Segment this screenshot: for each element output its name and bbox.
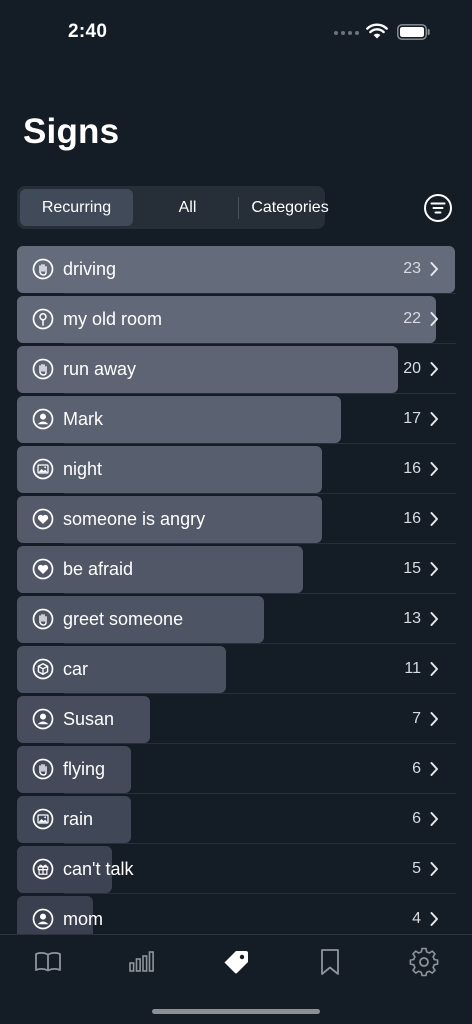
list-item[interactable]: my old room 22 (0, 294, 472, 344)
sign-label: be afraid (63, 559, 134, 579)
tab-bookmarks[interactable] (310, 947, 350, 977)
place-pin-icon (32, 308, 54, 330)
sign-count: 22 (403, 310, 421, 327)
gear-icon (409, 947, 439, 977)
sign-label: Susan (63, 709, 115, 729)
cube-icon (32, 658, 54, 680)
list-item[interactable]: run away 20 (0, 344, 472, 394)
chevron-right-icon (430, 712, 438, 726)
sign-label: mom (63, 909, 103, 929)
chevron-right-icon (430, 562, 438, 576)
chevron-right-icon (430, 262, 438, 276)
signs-list: driving 23 my old room 22 run away 20 Mark 17 ni… (0, 244, 472, 934)
chevron-right-icon (430, 612, 438, 626)
tag-icon (224, 951, 248, 974)
tab-journal[interactable] (28, 947, 68, 977)
tab-stats[interactable] (122, 947, 162, 977)
heart-icon (32, 558, 54, 580)
sign-count: 23 (403, 260, 421, 277)
chevron-right-icon (430, 412, 438, 426)
list-item[interactable]: be afraid 15 (0, 544, 472, 594)
bookmark-icon (321, 949, 339, 975)
sign-count: 16 (403, 510, 421, 527)
sign-label: night (63, 459, 103, 479)
chevron-right-icon (430, 312, 438, 326)
segmented-control: Recurring All Categories (17, 186, 329, 229)
sign-label: can't talk (63, 859, 134, 879)
chevron-right-icon (430, 912, 438, 926)
list-item[interactable]: greet someone 13 (0, 594, 472, 644)
list-item[interactable]: car 11 (0, 644, 472, 694)
image-icon (32, 808, 54, 830)
sign-count: 6 (412, 810, 421, 827)
sign-label: rain (63, 809, 94, 829)
hand-icon (32, 258, 54, 280)
sign-count: 5 (412, 860, 421, 877)
hand-icon (32, 358, 54, 380)
image-icon (32, 458, 54, 480)
list-item[interactable]: someone is angry 16 (0, 494, 472, 544)
status-bar: 2:40 (0, 0, 472, 60)
sign-label: greet someone (63, 609, 184, 629)
wifi-icon (366, 23, 388, 39)
person-icon (32, 708, 54, 730)
chevron-right-icon (430, 512, 438, 526)
sign-label: run away (63, 359, 137, 379)
chevron-right-icon (430, 862, 438, 876)
filter-button[interactable] (423, 193, 453, 223)
sign-count: 15 (403, 560, 421, 577)
sign-label: car (63, 659, 89, 679)
sign-label: my old room (63, 309, 163, 329)
home-indicator (152, 1009, 320, 1014)
filter-icon (424, 194, 452, 222)
sign-label: someone is angry (63, 509, 206, 529)
sign-label: driving (63, 259, 117, 279)
person-icon (32, 908, 54, 930)
hand-icon (32, 758, 54, 780)
sign-count: 6 (412, 760, 421, 777)
list-item[interactable]: Mark 17 (0, 394, 472, 444)
list-item[interactable]: night 16 (0, 444, 472, 494)
chevron-right-icon (430, 362, 438, 376)
sign-count: 7 (412, 710, 421, 727)
sign-count: 4 (412, 910, 421, 927)
book-icon (35, 951, 61, 972)
hand-icon (32, 608, 54, 630)
status-time: 2:40 (68, 21, 108, 42)
tab-signs[interactable] (216, 947, 256, 977)
sign-label: flying (63, 759, 106, 779)
list-item[interactable]: driving 23 (0, 244, 472, 294)
sign-label: Mark (63, 409, 103, 429)
page-title: Signs (23, 112, 120, 151)
sign-count: 11 (404, 660, 421, 677)
chevron-right-icon (430, 812, 438, 826)
segment-categories[interactable]: Categories (239, 189, 341, 226)
sign-count: 16 (403, 460, 421, 477)
list-item[interactable]: rain 6 (0, 794, 472, 844)
list-item[interactable]: can't talk 5 (0, 844, 472, 894)
sign-count: 20 (403, 360, 421, 377)
battery-icon (397, 24, 430, 40)
list-item[interactable]: mom 4 (0, 894, 472, 934)
person-icon (32, 408, 54, 430)
segment-recurring[interactable]: Recurring (20, 189, 133, 226)
sign-count: 17 (403, 410, 421, 427)
chevron-right-icon (430, 662, 438, 676)
list-item[interactable]: Susan 7 (0, 694, 472, 744)
tab-settings[interactable] (404, 947, 444, 977)
heart-icon (32, 508, 54, 530)
bar-chart-icon (129, 951, 154, 972)
gift-icon (32, 858, 54, 880)
frequency-bar (17, 546, 303, 593)
sign-count: 13 (403, 610, 421, 627)
chevron-right-icon (430, 762, 438, 776)
list-item[interactable]: flying 6 (0, 744, 472, 794)
signal-dots-icon (334, 31, 359, 35)
chevron-right-icon (430, 462, 438, 476)
segment-all[interactable]: All (137, 189, 238, 226)
